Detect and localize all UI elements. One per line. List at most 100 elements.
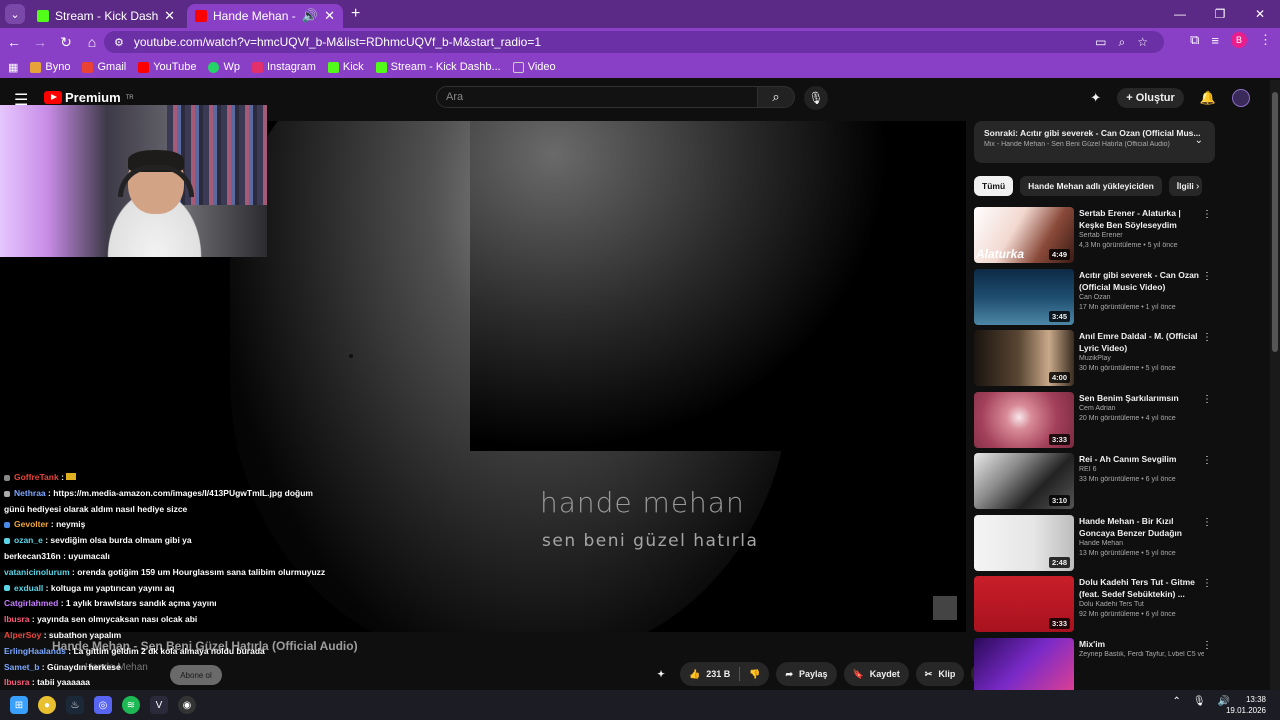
tray-overflow-icon[interactable]: ⌃	[1172, 696, 1180, 707]
bookmark-youtube[interactable]: YouTube	[138, 61, 196, 73]
like-button[interactable]: 👍 231 B	[680, 662, 739, 686]
tab-kick-dashboard[interactable]: Stream - Kick Dashboard ✕	[29, 4, 183, 28]
close-window-icon[interactable]: ✕	[1240, 7, 1280, 21]
obs-icon[interactable]: ◉	[178, 696, 196, 714]
video-thumbnail[interactable]: Alaturka 4:49	[974, 207, 1074, 263]
video-title[interactable]: Dolu Kadehi Ters Tut - Gitme (feat. Sede…	[1079, 576, 1204, 600]
profile-avatar[interactable]: B	[1231, 32, 1247, 48]
channel-name[interactable]: Zeynep Bastık, Ferdi Tayfur, Lvbel C5 ve…	[1079, 651, 1204, 658]
account-avatar[interactable]	[1232, 89, 1250, 107]
ai-sparkle-icon[interactable]: ✦	[1090, 90, 1101, 106]
close-tab-icon[interactable]: ✕	[324, 8, 335, 24]
media-control-icon[interactable]: ≡	[1211, 33, 1219, 48]
recommended-video[interactable]: 3:33 Dolu Kadehi Ters Tut - Gitme (feat. …	[974, 576, 1220, 638]
discord-icon[interactable]: ◎	[94, 696, 112, 714]
ai-sparkle-icon[interactable]: ✦	[649, 662, 673, 686]
video-title[interactable]: Mix'im	[1079, 638, 1204, 650]
recommended-video[interactable]: 4:00 Anıl Emre Daldal - M. (Official Lyri…	[974, 330, 1220, 392]
tab-youtube-video[interactable]: Hande Mehan - Sen Beni G 🔊 ✕	[187, 4, 343, 28]
clip-button[interactable]: ✂ Klip	[915, 662, 965, 686]
microphone-icon[interactable]: 🎙	[804, 86, 828, 110]
video-thumbnail[interactable]	[974, 637, 1074, 694]
channel-name[interactable]: Dolu Kadehi Ters Tut	[1079, 601, 1204, 608]
microphone-icon[interactable]: 🎙	[1193, 696, 1206, 707]
video-thumbnail[interactable]: 3:45	[974, 268, 1074, 325]
video-thumbnail[interactable]: 3:10	[974, 453, 1074, 509]
more-options-icon[interactable]: ⋮	[1202, 517, 1212, 528]
chevron-down-icon[interactable]: ⌄	[1195, 135, 1203, 146]
apps-grid-icon[interactable]: ▦	[8, 61, 18, 74]
new-tab-button[interactable]: +	[351, 5, 360, 23]
more-options-icon[interactable]: ⋮	[1202, 332, 1212, 343]
channel-name[interactable]: MuzikPlay	[1079, 355, 1204, 362]
dislike-button[interactable]: 👎	[740, 662, 769, 686]
chip-all[interactable]: Tümü	[974, 176, 1014, 196]
restore-icon[interactable]: ❐	[1200, 7, 1240, 21]
recommended-video[interactable]: Alaturka 4:49 Sertab Erener - Alaturka | K…	[974, 207, 1220, 269]
video-title[interactable]: Hande Mehan - Bir Kızıl Goncaya Benzer D…	[1079, 515, 1204, 539]
bookmark-kick-dashboard[interactable]: Stream - Kick Dashb...	[375, 61, 501, 73]
notifications-bell-icon[interactable]: 🔔	[1200, 90, 1216, 106]
youtube-premium-logo[interactable]: Premium TR	[44, 90, 134, 105]
create-button[interactable]: + Oluştur	[1117, 88, 1184, 108]
search-input[interactable]: Ara	[436, 86, 758, 108]
browser-menu-icon[interactable]: ⋮	[1259, 32, 1272, 48]
speaker-icon[interactable]: 🔊	[302, 8, 318, 24]
video-thumbnail[interactable]: 2:48	[974, 514, 1074, 571]
bookmark-wp[interactable]: Wp	[208, 61, 240, 73]
channel-name[interactable]: Sertab Erener	[1079, 232, 1204, 239]
close-tab-icon[interactable]: ✕	[164, 8, 175, 24]
chip-from-uploader[interactable]: Hande Mehan adlı yükleyiciden	[1020, 176, 1162, 196]
video-title[interactable]: Sertab Erener - Alaturka | Keşke Ben Söy…	[1079, 207, 1204, 231]
bookmark-folder-video[interactable]: Video	[512, 61, 556, 73]
zoom-icon[interactable]: ⌕	[1119, 35, 1126, 50]
site-info-icon[interactable]: ⚙	[114, 36, 124, 49]
channel-name[interactable]: REİ 6	[1079, 466, 1204, 473]
minimize-icon[interactable]: —	[1160, 7, 1200, 21]
address-bar[interactable]: ⚙ youtube.com/watch?v=hmcUQVf_b-M&list=R…	[104, 31, 1164, 53]
chrome-icon[interactable]: ●	[38, 696, 56, 714]
reload-icon[interactable]: ↻	[54, 34, 78, 51]
channel-name[interactable]: Hande Mehan	[1079, 540, 1204, 547]
recommended-video[interactable]: 3:10 Rei - Ah Canım Sevgilim REİ 6 33 Mn gö…	[974, 453, 1220, 515]
more-options-icon[interactable]: ⋮	[1202, 640, 1212, 651]
bookmark-byno[interactable]: Byno	[30, 61, 70, 73]
more-options-icon[interactable]: ⋮	[1202, 455, 1212, 466]
more-options-icon[interactable]: ⋮	[1202, 209, 1212, 220]
bookmark-gmail[interactable]: Gmail	[82, 61, 126, 73]
video-title[interactable]: Rei - Ah Canım Sevgilim	[1079, 453, 1204, 465]
steam-icon[interactable]: ♨	[66, 696, 84, 714]
more-options-icon[interactable]: ⋮	[1202, 578, 1212, 589]
share-button[interactable]: ➦ Paylaş	[776, 662, 837, 686]
recommended-video[interactable]: 2:48 Hande Mehan - Bir Kızıl Goncaya Benz…	[974, 514, 1220, 577]
bookmark-instagram[interactable]: Instagram	[251, 61, 316, 73]
channel-watermark[interactable]	[933, 596, 957, 620]
scrollbar-thumb[interactable]	[1272, 92, 1278, 352]
save-button[interactable]: 🔖 Kaydet	[843, 662, 909, 686]
home-icon[interactable]: ⌂	[80, 34, 104, 50]
windows-start-icon[interactable]: ⊞	[10, 696, 28, 714]
video-thumbnail[interactable]: 4:00	[974, 330, 1074, 386]
video-thumbnail[interactable]: 3:33	[974, 576, 1074, 632]
back-icon[interactable]: ←	[2, 34, 26, 50]
video-thumbnail[interactable]: 3:33	[974, 391, 1074, 448]
extensions-icon[interactable]: ⧉	[1190, 32, 1199, 48]
channel-name[interactable]: Can Ozan	[1079, 294, 1204, 301]
more-options-icon[interactable]: ⋮	[1202, 394, 1212, 405]
taskbar-clock[interactable]: 13:38 19.01.2026	[1226, 694, 1266, 716]
more-options-icon[interactable]: ⋮	[1202, 271, 1212, 282]
tab-search-button[interactable]: ⌄	[5, 4, 25, 24]
recommended-video[interactable]: 3:45 Acıtır gibi severek - Can Ozan (Offi…	[974, 268, 1220, 331]
up-next-panel[interactable]: Sonraki: Acıtır gibi severek - Can Ozan …	[974, 121, 1215, 163]
bookmark-kick[interactable]: Kick	[327, 61, 364, 73]
spotify-icon[interactable]: ≋	[122, 696, 140, 714]
search-icon[interactable]: ⌕	[757, 86, 795, 108]
recommended-video[interactable]: 3:33 Sen Benim Şarkılarımsın Cem Adrian 20 …	[974, 391, 1220, 454]
video-title[interactable]: Acıtır gibi severek - Can Ozan (Official…	[1079, 269, 1204, 293]
video-title[interactable]: Anıl Emre Daldal - M. (Official Lyric Vi…	[1079, 330, 1204, 354]
page-scrollbar[interactable]	[1270, 80, 1280, 690]
bookmark-star-icon[interactable]: ☆	[1137, 35, 1148, 49]
channel-name[interactable]: Cem Adrian	[1079, 405, 1204, 412]
forward-icon[interactable]: →	[28, 34, 52, 50]
video-title[interactable]: Sen Benim Şarkılarımsın	[1079, 392, 1204, 404]
